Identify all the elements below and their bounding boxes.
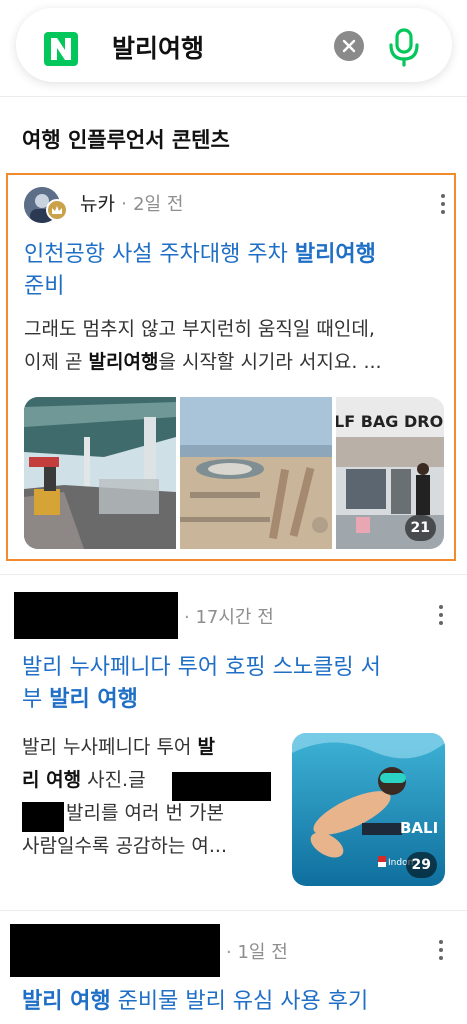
gallery-image-aerial-airport[interactable] — [180, 397, 332, 549]
snippet-line: 이제 곧 — [24, 351, 89, 373]
post-time: 1일 전 — [237, 942, 288, 963]
divider — [0, 910, 467, 911]
redacted-author — [10, 924, 220, 977]
author-name[interactable]: 뉴카 — [80, 193, 115, 215]
thumbnail-caption: BALI — [400, 819, 438, 837]
post-title-text-line2: 준비 — [24, 274, 65, 299]
gallery-image-bag-drop[interactable]: LF BAG DROP 21 — [336, 397, 444, 549]
crown-badge-icon — [46, 199, 68, 221]
post-title-link[interactable]: 발리 누사페니다 투어 호핑 스노클링 서 부 발리 여행 — [22, 652, 447, 716]
post-title-text: 발리 누사페니다 투어 호핑 스노클링 서 — [22, 655, 381, 680]
post-snippet[interactable]: 그래도 멈추지 않고 부지런히 움직일 때인데, 이제 곧 발리여행을 시작할 … — [24, 313, 454, 379]
post-title-keyword: 발리 여행 — [22, 989, 111, 1014]
microphone-icon[interactable] — [386, 27, 422, 67]
clear-search-button[interactable] — [334, 31, 364, 61]
snippet-line: 사진.글 — [81, 769, 146, 791]
separator-dot: · — [121, 193, 128, 215]
divider — [0, 574, 467, 575]
search-header: 발리여행 — [0, 0, 467, 97]
post-title-text: 준비물 발리 유심 사용 후기 — [110, 989, 369, 1014]
post-title-link[interactable]: 발리 여행 준비물 발리 유심 사용 후기 — [22, 986, 452, 1018]
author-line: 뉴카 · 2일 전 — [80, 189, 183, 216]
post-time: 17시간 전 — [195, 607, 274, 628]
section-title: 여행 인플루언서 콘텐츠 — [22, 128, 230, 152]
image-gallery[interactable]: LF BAG DROP 21 — [24, 397, 444, 549]
image-count-badge: 29 — [405, 852, 437, 878]
post-thumbnail[interactable]: BALI Indon 29 — [292, 733, 445, 886]
snippet-keyword: 리 여행 — [22, 769, 82, 791]
snippet-line: 을 시작할 시기라 서지요. ... — [158, 351, 382, 373]
redacted-text — [22, 802, 64, 832]
separator-dot: · — [226, 942, 232, 963]
post-title-text: 인천공항 사설 주차대행 주차 — [24, 242, 295, 267]
snippet-keyword: 발리여행 — [88, 351, 159, 373]
naver-logo-icon[interactable] — [44, 32, 78, 66]
redacted-author — [14, 592, 178, 639]
close-icon — [342, 39, 356, 53]
post-title-keyword: 발리여행 — [294, 242, 376, 267]
more-options-icon[interactable] — [440, 194, 446, 216]
post-time-line: · 17시간 전 — [184, 603, 274, 629]
separator-dot: · — [184, 607, 190, 628]
snippet-keyword: 발 — [197, 736, 215, 758]
search-bar[interactable]: 발리여행 — [16, 8, 452, 82]
post-time-line: · 1일 전 — [226, 938, 288, 964]
snippet-line: 발리 누사페니다 투어 — [22, 736, 198, 758]
content-card[interactable]: 뉴카 · 2일 전 인천공항 사설 주차대행 주차 발리여행 준비 그래도 멈추… — [6, 173, 456, 561]
post-title-text: 부 — [22, 687, 50, 712]
search-input[interactable]: 발리여행 — [112, 32, 204, 66]
gallery-image-airport-curb[interactable] — [24, 397, 176, 549]
image-count-badge: 21 — [404, 515, 436, 541]
more-options-icon[interactable] — [438, 940, 444, 962]
post-title-link[interactable]: 인천공항 사설 주차대행 주차 발리여행 준비 — [24, 239, 444, 303]
snippet-line: 사람일수록 공감하는 여... — [22, 835, 227, 857]
post-time: 2일 전 — [133, 194, 184, 215]
bag-drop-sign: LF BAG DROP — [336, 412, 444, 431]
post-title-keyword: 발리 여행 — [49, 687, 138, 712]
redacted-text — [172, 772, 271, 801]
snippet-line: 그래도 멈추지 않고 부지런히 움직일 때인데, — [24, 318, 375, 340]
more-options-icon[interactable] — [438, 605, 444, 627]
